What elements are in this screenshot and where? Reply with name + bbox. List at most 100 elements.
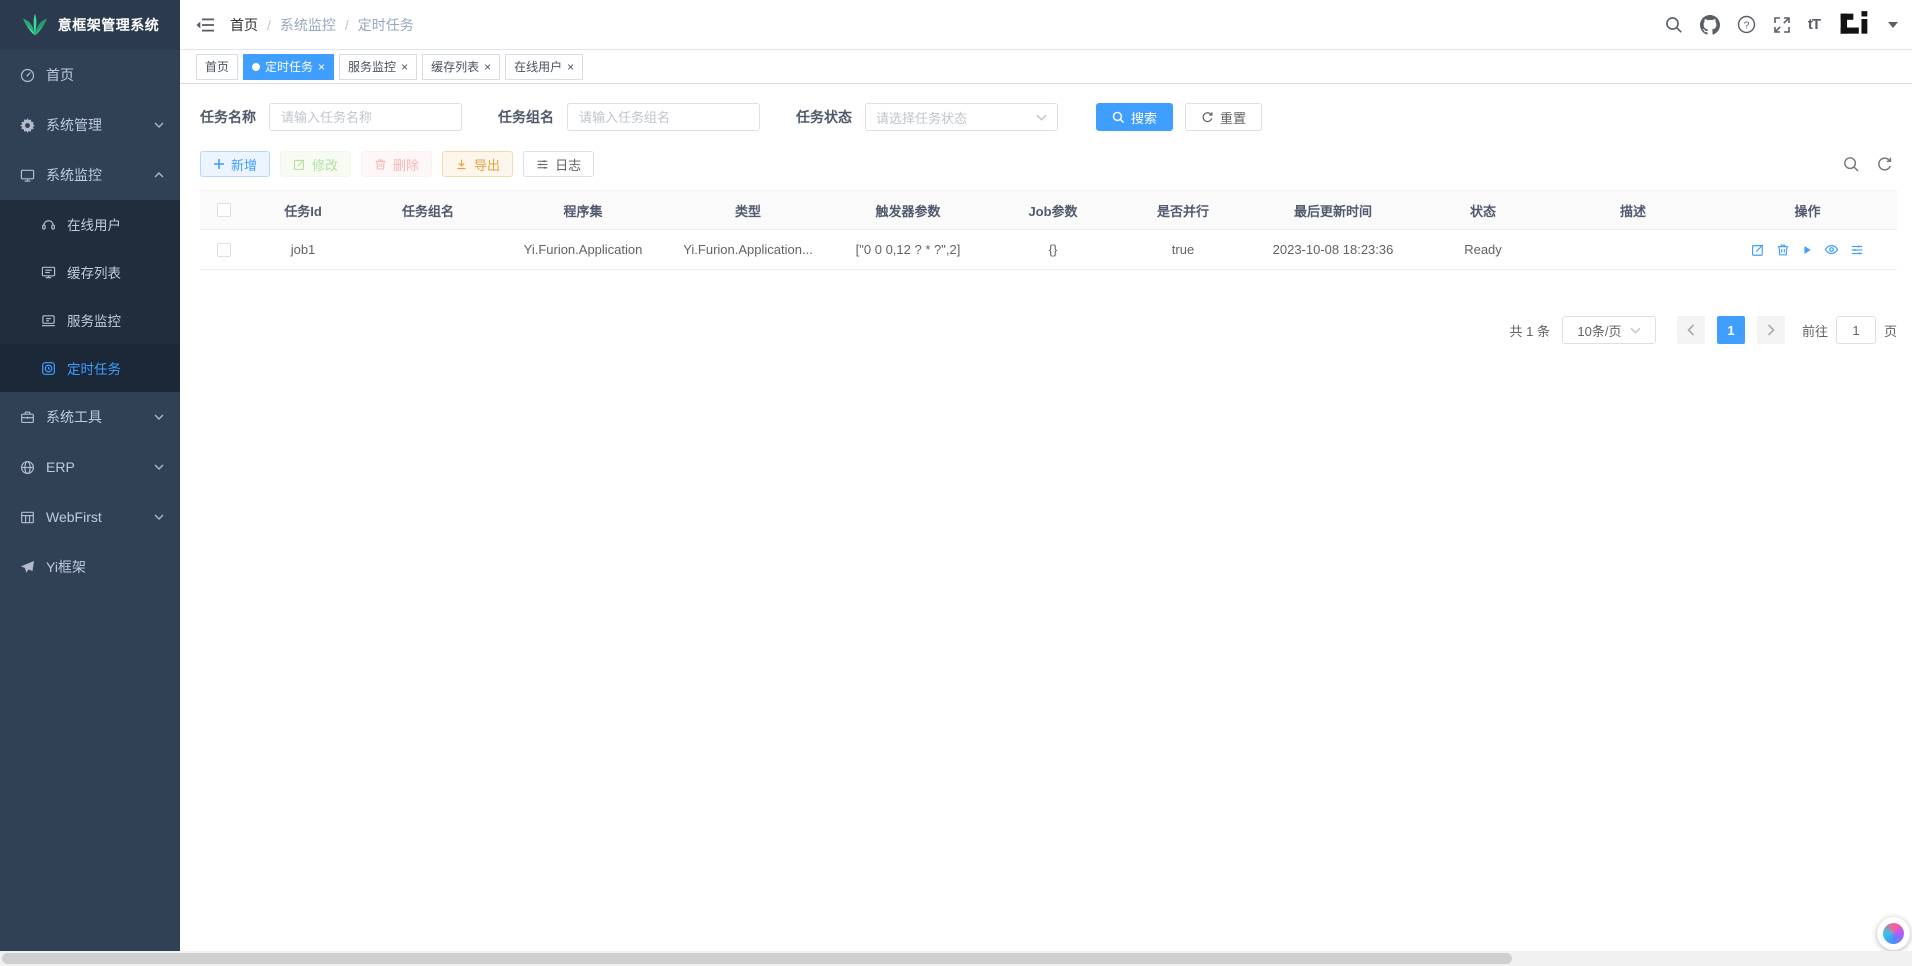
view-icon[interactable]	[1824, 242, 1839, 257]
select-all-checkbox[interactable]	[217, 203, 231, 217]
cell-actions	[1718, 242, 1897, 257]
search-button[interactable]: 搜索	[1096, 103, 1173, 131]
search-icon[interactable]	[1665, 16, 1683, 34]
delete-icon[interactable]	[1776, 243, 1790, 257]
row-checkbox[interactable]	[217, 243, 231, 257]
timer-icon	[40, 361, 56, 376]
edit-icon[interactable]	[1751, 243, 1765, 257]
breadcrumb-separator: /	[345, 17, 349, 33]
col-job-args: Job参数	[988, 201, 1118, 220]
edit-button[interactable]: 修改	[280, 151, 351, 177]
prev-page-button[interactable]	[1677, 316, 1705, 344]
sidebar-item-service-monitor[interactable]: 服务监控	[0, 296, 180, 344]
sidebar-item-label: Yi框架	[46, 557, 164, 577]
breadcrumb-home[interactable]: 首页	[230, 15, 258, 35]
add-button-label: 新增	[231, 155, 257, 174]
cell-assembly: Yi.Furion.Application	[498, 242, 668, 257]
operation-lines-icon	[536, 158, 549, 171]
sidebar-item-webfirst[interactable]: WebFirst	[0, 492, 180, 542]
sidebar-item-label: ERP	[46, 459, 154, 475]
tasks-table: 任务Id 任务组名 程序集 类型 触发器参数 Job参数 是否并行 最后更新时间…	[200, 190, 1897, 270]
sidebar-item-online-users[interactable]: 在线用户	[0, 200, 180, 248]
font-size-icon[interactable]: tT	[1808, 16, 1820, 33]
tab-label: 定时任务	[265, 58, 313, 75]
svg-text:?: ?	[1743, 20, 1749, 31]
table-row: job1 Yi.Furion.Application Yi.Furion.App…	[200, 230, 1897, 270]
sidebar-collapse-icon[interactable]	[196, 17, 214, 33]
cell-trigger: ["0 0 0,12 ? * ?",2]	[828, 242, 988, 257]
computer-icon	[40, 313, 56, 328]
reset-button[interactable]: 重置	[1185, 103, 1262, 131]
delete-button[interactable]: 删除	[361, 151, 432, 177]
log-icon[interactable]	[1850, 243, 1864, 257]
tab-label: 服务监控	[348, 58, 396, 75]
export-button[interactable]: 导出	[442, 151, 513, 177]
user-avatar[interactable]	[1837, 8, 1871, 42]
ai-assistant-button[interactable]	[1877, 917, 1910, 950]
tag-tabs-bar: 首页 定时任务 × 服务监控 × 缓存列表 × 在线用户 ×	[180, 50, 1912, 84]
sidebar-item-cache-list[interactable]: 缓存列表	[0, 248, 180, 296]
sidebar-item-home[interactable]: 首页	[0, 50, 180, 100]
cell-task-id: job1	[248, 242, 358, 257]
goto-page-input[interactable]	[1836, 316, 1876, 344]
sidebar-item-label: 系统管理	[46, 115, 154, 135]
export-button-label: 导出	[474, 155, 500, 174]
close-icon[interactable]: ×	[567, 61, 574, 73]
tab-cache-list[interactable]: 缓存列表 ×	[422, 54, 500, 80]
help-icon[interactable]: ?	[1737, 15, 1756, 34]
caret-down-icon[interactable]	[1888, 22, 1898, 28]
sidebar-item-system-monitor[interactable]: 系统监控	[0, 150, 180, 200]
refresh-icon	[1201, 111, 1214, 124]
sidebar-item-scheduled-tasks[interactable]: 定时任务	[0, 344, 180, 392]
sidebar-item-erp[interactable]: ERP	[0, 442, 180, 492]
main-area: 首页 / 系统监控 / 定时任务 ? tT	[180, 0, 1912, 966]
log-button[interactable]: 日志	[523, 151, 594, 177]
pagination-total: 共 1 条	[1510, 321, 1550, 340]
task-group-input[interactable]	[567, 103, 760, 131]
breadcrumb-system-monitor[interactable]: 系统监控	[280, 15, 336, 35]
toolbar-right-icons	[1843, 156, 1897, 173]
sidebar-item-yi-framework[interactable]: Yi框架	[0, 542, 180, 592]
tab-service-monitor[interactable]: 服务监控 ×	[339, 54, 417, 80]
github-icon[interactable]	[1700, 15, 1720, 35]
task-name-input[interactable]	[269, 103, 462, 131]
next-page-button[interactable]	[1757, 316, 1785, 344]
refresh-icon[interactable]	[1876, 156, 1893, 173]
page-size-value: 10条/页	[1577, 321, 1621, 340]
col-assembly: 程序集	[498, 201, 668, 220]
navbar-actions: ? tT	[1665, 8, 1898, 42]
page-content: 任务名称 任务组名 任务状态 请选择任务状态 搜	[180, 84, 1912, 966]
tab-home[interactable]: 首页	[196, 54, 238, 80]
page-size-select[interactable]: 10条/页	[1562, 316, 1656, 344]
sidebar-item-system-tools[interactable]: 系统工具	[0, 392, 180, 442]
download-icon	[455, 158, 468, 171]
horizontal-scrollbar-thumb[interactable]	[2, 953, 1512, 964]
app-logo[interactable]: 意框架管理系统	[0, 0, 180, 50]
tab-online-users[interactable]: 在线用户 ×	[505, 54, 583, 80]
add-button[interactable]: 新增	[200, 151, 270, 177]
pagination: 共 1 条 10条/页 1 前往 页	[200, 316, 1897, 344]
col-type: 类型	[668, 201, 828, 220]
filter-task-name: 任务名称	[200, 103, 462, 131]
paper-plane-icon	[19, 560, 35, 575]
edit-button-label: 修改	[312, 155, 338, 174]
col-description: 描述	[1548, 201, 1718, 220]
chevron-down-icon	[154, 122, 164, 128]
sidebar-item-system-management[interactable]: 系统管理	[0, 100, 180, 150]
close-icon[interactable]: ×	[484, 61, 491, 73]
cell-type: Yi.Furion.Application...	[668, 242, 828, 257]
reset-button-label: 重置	[1220, 108, 1246, 127]
page-number-1[interactable]: 1	[1717, 316, 1745, 344]
horizontal-scrollbar[interactable]	[0, 951, 1912, 966]
task-name-label: 任务名称	[200, 107, 256, 127]
dashboard-icon	[19, 68, 35, 83]
toggle-search-icon[interactable]	[1843, 156, 1860, 173]
task-status-select[interactable]: 请选择任务状态	[865, 103, 1058, 131]
close-icon[interactable]: ×	[401, 61, 408, 73]
close-icon[interactable]: ×	[318, 61, 325, 73]
run-icon[interactable]	[1801, 244, 1813, 256]
breadcrumb-separator: /	[267, 17, 271, 33]
task-group-label: 任务组名	[498, 107, 554, 127]
tab-scheduled-tasks[interactable]: 定时任务 ×	[243, 54, 334, 80]
fullscreen-icon[interactable]	[1773, 16, 1791, 34]
